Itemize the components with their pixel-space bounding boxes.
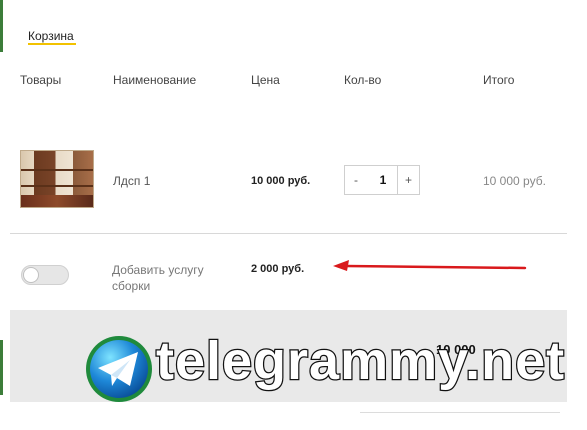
qty-decrease-button[interactable]: - [345, 166, 367, 194]
product-price: 10 000 руб. [251, 175, 311, 187]
column-header-total: Итого [483, 73, 515, 87]
quantity-stepper: - 1 + [344, 165, 420, 195]
row-total: 10 000 руб. [483, 174, 546, 188]
product-name[interactable]: Лдсп 1 [113, 174, 150, 188]
column-header-qty: Кол-во [344, 73, 382, 87]
assembly-service-toggle[interactable] [21, 265, 69, 285]
column-header-goods: Товары [20, 73, 62, 87]
left-accent-strip [0, 0, 3, 52]
telegram-logo-icon [86, 336, 152, 402]
left-accent-strip-lower [0, 340, 3, 395]
qty-increase-button[interactable]: + [397, 166, 419, 194]
row-divider [10, 233, 567, 234]
product-thumbnail[interactable] [20, 150, 94, 208]
watermark-text: telegrammy.net [155, 330, 566, 393]
column-header-price: Цена [251, 73, 280, 87]
bottom-divider [360, 412, 560, 413]
tab-cart[interactable]: Корзина [28, 29, 74, 43]
toggle-knob [23, 267, 39, 283]
tab-active-underline [28, 43, 76, 45]
red-arrow-icon [333, 260, 527, 271]
column-header-name: Наименование [113, 73, 197, 87]
qty-value[interactable]: 1 [367, 166, 399, 194]
assembly-service-label: Добавить услугу сборки [112, 263, 204, 293]
assembly-service-price: 2 000 руб. [251, 263, 305, 275]
